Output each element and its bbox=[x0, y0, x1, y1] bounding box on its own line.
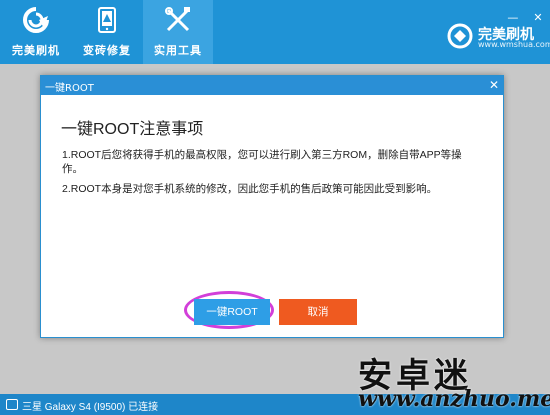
dialog-heading: 一键ROOT注意事项 bbox=[61, 121, 204, 138]
tab-label: 完美刷机 bbox=[12, 44, 60, 57]
dialog-titlebar: 一键ROOT ✕ bbox=[41, 76, 503, 95]
device-status: 三星 Galaxy S4 (I9500) 已连接 bbox=[22, 402, 159, 413]
brand: 完美刷机 www.wmshua.com bbox=[446, 22, 550, 52]
tab-label: 实用工具 bbox=[154, 44, 202, 57]
logo-icon bbox=[447, 23, 473, 49]
root-dialog: 一键ROOT ✕ 一键ROOT注意事项 1.ROOT后您将获得手机的最高权限，您… bbox=[40, 75, 504, 338]
dialog-title: 一键ROOT bbox=[45, 83, 94, 94]
dialog-close-button[interactable]: ✕ bbox=[489, 78, 499, 92]
device-icon bbox=[6, 399, 18, 410]
tab-utilities[interactable]: 实用工具 bbox=[143, 0, 213, 64]
tab-perfect-flash[interactable]: 完美刷机 bbox=[1, 0, 71, 64]
cancel-button[interactable]: 取消 bbox=[279, 299, 357, 325]
tools-icon bbox=[165, 7, 190, 32]
watermark-url: www.anzhuo.me bbox=[358, 386, 550, 412]
watermark: 安卓迷 www.anzhuo.me bbox=[358, 348, 550, 412]
notice-item-2: 2.ROOT本身是对您手机系统的修改，因此您手机的售后政策可能因此受到影响。 bbox=[62, 183, 438, 195]
refresh-icon bbox=[23, 7, 49, 33]
phone-alert-icon bbox=[98, 7, 116, 33]
tab-brick-repair[interactable]: 变砖修复 bbox=[72, 0, 142, 64]
notice-item-1: 1.ROOT后您将获得手机的最高权限，您可以进行刷入第三方ROM，删除自带APP… bbox=[62, 149, 462, 175]
title-bar: 完美刷机 变砖修复 实用工具 — ✕ 完美刷机 www.wmshua.com bbox=[0, 0, 550, 64]
one-click-root-button[interactable]: 一键ROOT bbox=[194, 299, 270, 325]
brand-url: www.wmshua.com bbox=[478, 40, 550, 49]
tab-label: 变砖修复 bbox=[83, 44, 131, 57]
